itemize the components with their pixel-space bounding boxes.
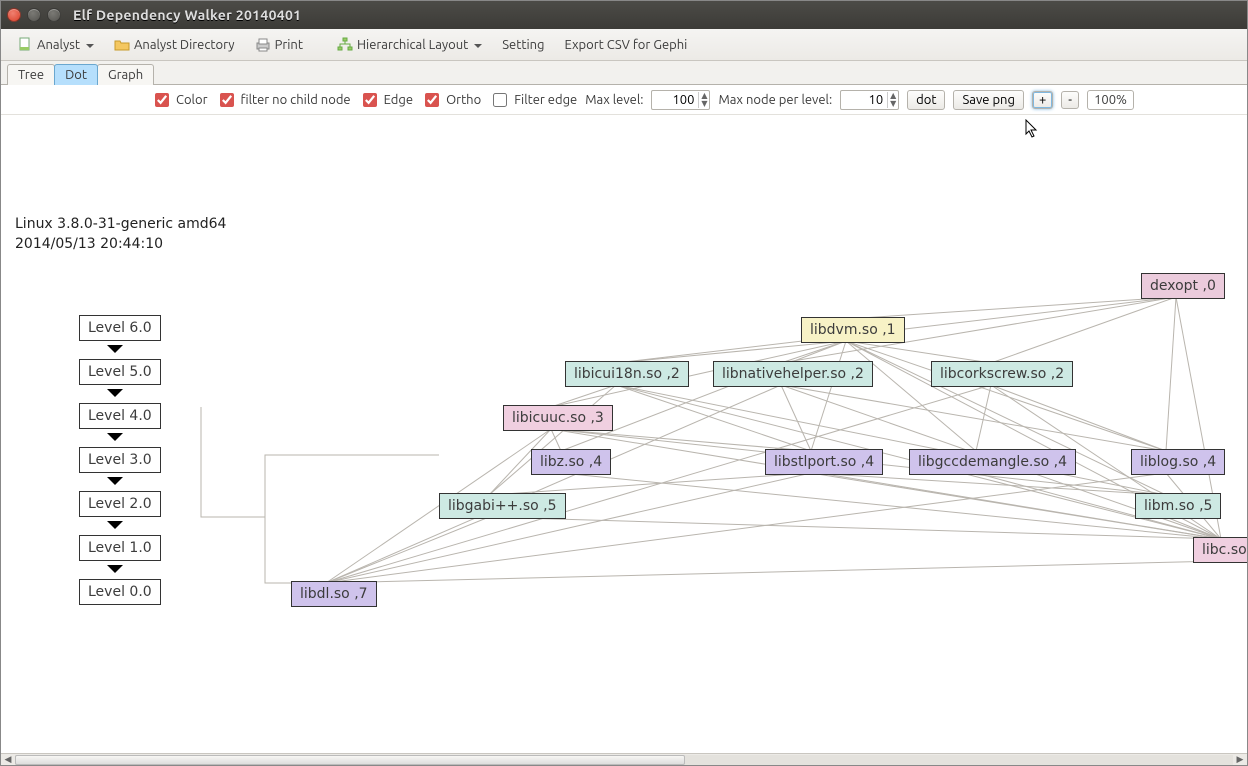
node-libdvm[interactable]: libdvm.so ,1 xyxy=(801,317,905,343)
save-png-button[interactable]: Save png xyxy=(953,90,1023,110)
export-label: Export CSV for Gephi xyxy=(565,38,688,52)
window-title: Elf Dependency Walker 20140401 xyxy=(69,7,301,23)
scroll-left-icon[interactable]: ◀ xyxy=(1,754,15,766)
max-level-spinner[interactable]: ▲▼ xyxy=(651,90,710,110)
node-libc[interactable]: libc.so xyxy=(1193,537,1247,563)
layout-menu[interactable]: Hierarchical Layout xyxy=(329,34,490,56)
scroll-right-icon[interactable]: ▶ xyxy=(1233,754,1247,766)
printer-icon xyxy=(255,37,271,53)
filter-nochild-checkbox[interactable]: filter no child node xyxy=(216,90,351,110)
node-libicui18n[interactable]: libicui18n.so ,2 xyxy=(565,361,689,387)
ortho-checkbox[interactable]: Ortho xyxy=(421,90,481,110)
zoom-display: 100% xyxy=(1087,90,1134,110)
graph-canvas[interactable]: Linux 3.8.0-31-generic amd64 2014/05/13 … xyxy=(1,115,1247,765)
analyst-dir-label: Analyst Directory xyxy=(134,38,235,52)
node-libcorkscrew[interactable]: libcorkscrew.so ,2 xyxy=(931,361,1073,387)
document-icon xyxy=(17,37,33,53)
setting-button[interactable]: Setting xyxy=(494,35,552,55)
edge-checkbox[interactable]: Edge xyxy=(359,90,413,110)
level-box: Level 4.0 xyxy=(79,403,161,429)
layout-label: Hierarchical Layout xyxy=(357,38,468,52)
dot-button[interactable]: dot xyxy=(907,90,945,110)
max-node-input[interactable] xyxy=(841,91,887,109)
level-box: Level 3.0 xyxy=(79,447,161,473)
graph-edges xyxy=(1,115,1247,753)
node-dexopt[interactable]: dexopt ,0 xyxy=(1141,273,1225,299)
close-icon[interactable] xyxy=(7,8,21,22)
level-box: Level 5.0 xyxy=(79,359,161,385)
level-box: Level 1.0 xyxy=(79,535,161,561)
level-box: Level 2.0 xyxy=(79,491,161,517)
level-box: Level 6.0 xyxy=(79,315,161,341)
node-libnativehelper[interactable]: libnativehelper.so ,2 xyxy=(713,361,873,387)
analyst-menu[interactable]: Analyst xyxy=(9,34,102,56)
node-libstlport[interactable]: libstlport.so ,4 xyxy=(765,449,883,475)
level-box: Level 0.0 xyxy=(79,579,161,605)
export-csv-button[interactable]: Export CSV for Gephi xyxy=(557,35,696,55)
spin-down-icon: ▼ xyxy=(699,100,709,108)
options-bar: Color filter no child node Edge Ortho Fi… xyxy=(1,85,1247,115)
maximize-icon[interactable] xyxy=(47,8,61,22)
max-level-input[interactable] xyxy=(652,91,698,109)
zoom-in-button[interactable]: + xyxy=(1032,91,1053,109)
color-checkbox[interactable]: Color xyxy=(151,90,208,110)
node-libgabi[interactable]: libgabi++.so ,5 xyxy=(439,493,566,519)
max-node-spinner[interactable]: ▲▼ xyxy=(840,90,899,110)
horizontal-scrollbar[interactable]: ◀ ▶ xyxy=(1,753,1247,765)
chevron-down-icon xyxy=(86,44,94,52)
zoom-out-button[interactable]: - xyxy=(1061,91,1079,109)
tab-graph[interactable]: Graph xyxy=(97,64,154,85)
print-button[interactable]: Print xyxy=(247,34,311,56)
node-libicuuc[interactable]: libicuuc.so ,3 xyxy=(503,405,613,431)
setting-label: Setting xyxy=(502,38,544,52)
max-level-label: Max level: xyxy=(585,93,643,107)
scroll-track[interactable] xyxy=(15,755,1233,765)
folder-icon xyxy=(114,37,130,53)
analyst-directory-button[interactable]: Analyst Directory xyxy=(106,34,243,56)
tab-dot[interactable]: Dot xyxy=(54,64,98,85)
node-libm[interactable]: libm.so ,5 xyxy=(1135,493,1221,519)
tab-tree[interactable]: Tree xyxy=(7,64,55,85)
main-toolbar: Analyst Analyst Directory Print Hierarch… xyxy=(1,29,1247,61)
view-tabs: Tree Dot Graph xyxy=(1,61,1247,85)
analyst-label: Analyst xyxy=(37,38,80,52)
main-window: Elf Dependency Walker 20140401 Analyst A… xyxy=(0,0,1248,766)
node-liblog[interactable]: liblog.so ,4 xyxy=(1131,449,1225,475)
spin-down-icon: ▼ xyxy=(888,100,898,108)
node-libz[interactable]: libz.so ,4 xyxy=(531,449,611,475)
print-label: Print xyxy=(275,38,303,52)
minimize-icon[interactable] xyxy=(27,8,41,22)
filter-edge-checkbox[interactable]: Filter edge xyxy=(489,90,577,110)
chevron-down-icon xyxy=(474,44,482,52)
node-libgccdemangle[interactable]: libgccdemangle.so ,4 xyxy=(909,449,1076,475)
titlebar: Elf Dependency Walker 20140401 xyxy=(1,1,1247,29)
max-node-label: Max node per level: xyxy=(718,93,832,107)
scroll-thumb[interactable] xyxy=(15,755,685,765)
window-controls xyxy=(7,8,61,22)
node-libdl[interactable]: libdl.so ,7 xyxy=(291,581,377,607)
hierarchy-icon xyxy=(337,37,353,53)
